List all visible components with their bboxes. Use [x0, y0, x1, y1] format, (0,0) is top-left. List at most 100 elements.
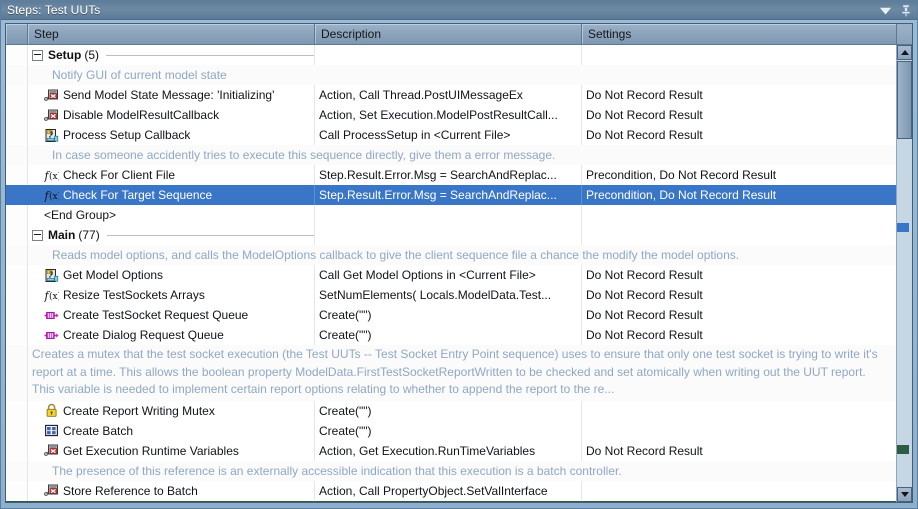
step-description-cell: Call Get Model Options in <Current File>: [315, 265, 582, 285]
step-row[interactable]: f(x) Check For Client File Step.Result.Err…: [6, 165, 896, 185]
row-gutter[interactable]: [6, 245, 28, 265]
step-row[interactable]: Send Model State Message: 'Initializing'…: [6, 85, 896, 105]
group-header-row[interactable]: Main (77): [6, 225, 896, 245]
step-name: Check For Client File: [63, 168, 176, 182]
step-row[interactable]: Create TestSocket Request Queue Create(""…: [6, 305, 896, 325]
row-gutter[interactable]: [6, 205, 28, 225]
action-step-icon: [44, 88, 59, 103]
row-gutter[interactable]: [6, 500, 28, 502]
step-description-cell: Create(""): [315, 420, 582, 441]
pin-icon[interactable]: [899, 3, 913, 18]
scroll-up-arrow[interactable]: [897, 45, 912, 60]
group-settings-cell: [582, 225, 896, 245]
scrollbar-selection-marker: [897, 223, 909, 232]
row-gutter[interactable]: [6, 225, 28, 245]
step-name: Create Report Writing Mutex: [63, 403, 215, 418]
row-gutter[interactable]: [6, 325, 28, 345]
lock-icon: [44, 403, 59, 418]
group-header-cell: Main (77): [28, 225, 315, 245]
step-row[interactable]: Process Setup Callback Call ProcessSetup …: [6, 125, 896, 145]
step-settings-cell: Do Not Record Result: [586, 288, 703, 302]
step-name: Send Model State Message: 'Initializing': [63, 88, 275, 102]
row-gutter[interactable]: [6, 305, 28, 325]
step-row-selected[interactable]: f(x) Check For Target Sequence Step.Result…: [6, 185, 896, 205]
row-gutter[interactable]: [6, 285, 28, 305]
row-gutter[interactable]: [6, 145, 28, 165]
step-row[interactable]: Get Execution Runtime Variables Action, G…: [6, 440, 896, 461]
step-row[interactable]: Create Dialog Request Queue Create("") Do …: [6, 325, 896, 345]
collapse-expander-icon[interactable]: [32, 229, 43, 241]
step-row[interactable]: Create Batch Create(""): [6, 420, 896, 441]
comment-text: Notify GUI of current model state: [52, 68, 227, 82]
group-header-row[interactable]: Setup (5): [6, 45, 896, 65]
row-gutter[interactable]: [6, 480, 28, 501]
step-row[interactable]: Get Model Options Call Get Model Options …: [6, 265, 896, 285]
step-description-cell: Step.Result.Error.Msg = SearchAndReplac.…: [315, 185, 582, 205]
row-gutter[interactable]: [6, 460, 28, 481]
row-gutter[interactable]: [6, 125, 28, 145]
collapse-expander-icon[interactable]: [32, 49, 43, 61]
step-description-cell: Action, Get Execution.RunTimeVariables: [315, 440, 582, 461]
sequence-call-icon: [44, 128, 59, 143]
step-name: Get Execution Runtime Variables: [63, 443, 239, 458]
row-gutter[interactable]: [6, 265, 28, 285]
step-description-cell: SetNumElements( Locals.ModelData.Test...: [315, 285, 582, 305]
comment-row[interactable]: Reads model options, and calls the Model…: [6, 245, 896, 265]
column-header-settings[interactable]: Settings: [582, 24, 896, 44]
vertical-scrollbar[interactable]: [896, 45, 912, 502]
step-row[interactable]: f(x) Resize TestSockets Arrays SetNumEleme…: [6, 285, 896, 305]
step-settings-cell: Do Not Record Result: [586, 88, 703, 102]
batch-icon: [44, 423, 59, 438]
scrollbar-execution-marker: [897, 445, 909, 454]
column-header-description[interactable]: Description: [315, 24, 582, 44]
row-gutter[interactable]: [6, 440, 28, 461]
step-description-cell: Action, Call Thread.PostUIMessageEx: [315, 85, 582, 105]
step-row-executing[interactable]: PreBatchLoop CallbackCall PreBatchLoop i…: [6, 500, 896, 502]
step-name: Create Dialog Request Queue: [63, 328, 224, 342]
row-gutter[interactable]: [6, 165, 28, 185]
row-gutter[interactable]: [6, 105, 28, 125]
row-gutter[interactable]: [6, 45, 28, 65]
end-group-row[interactable]: <End Group>: [6, 205, 896, 225]
step-row[interactable]: Create Report Writing Mutex Create(""): [6, 400, 896, 421]
row-gutter[interactable]: [6, 400, 28, 421]
group-rule: [106, 234, 314, 236]
step-settings-cell: [582, 481, 896, 501]
comment-text: The presence of this reference is an ext…: [52, 463, 622, 478]
group-header-cell: Setup (5): [28, 45, 315, 65]
group-step-count: (77): [78, 228, 100, 242]
row-gutter[interactable]: [6, 185, 28, 205]
step-name-cell: PreBatchLoop Callback: [28, 500, 315, 502]
comment-row[interactable]: Notify GUI of current model state: [6, 65, 896, 85]
step-settings-cell: Do Not Record Result: [586, 108, 703, 122]
end-group-label: <End Group>: [28, 205, 315, 225]
window-titlebar: Steps: Test UUTs: [1, 1, 917, 20]
chevron-down-icon[interactable]: [878, 3, 892, 18]
sequence-call-icon: [44, 268, 59, 283]
scroll-down-arrow[interactable]: [897, 487, 912, 502]
column-header-step[interactable]: Step: [28, 24, 315, 44]
group-description-cell: [315, 225, 582, 245]
row-gutter[interactable]: [6, 420, 28, 441]
header-scroll-corner: [896, 24, 912, 44]
scrollbar-thumb[interactable]: [897, 61, 912, 139]
step-settings-cell: Precondition, Do Not Record Result: [586, 168, 777, 182]
group-name: Main: [48, 228, 76, 242]
step-name-cell: Get Execution Runtime Variables: [28, 440, 315, 461]
step-settings-cell: [582, 401, 896, 421]
svg-text:(x): (x): [49, 191, 59, 202]
step-name: Store Reference to Batch: [63, 483, 198, 498]
step-row[interactable]: Store Reference to Batch Action, Call Pro…: [6, 480, 896, 501]
step-name-cell: Create Batch: [28, 420, 315, 441]
step-description-cell: Call ProcessSetup in <Current File>: [315, 125, 582, 145]
row-gutter[interactable]: [6, 65, 28, 85]
row-gutter[interactable]: [6, 85, 28, 105]
step-name: Resize TestSockets Arrays: [63, 288, 205, 302]
comment-row[interactable]: In case someone accidently tries to exec…: [6, 145, 896, 165]
action-step-icon: [44, 483, 59, 498]
comment-row-multiline[interactable]: Creates a mutex that the test socket exe…: [6, 345, 896, 401]
step-row[interactable]: Disable ModelResultCallback Action, Set E…: [6, 105, 896, 125]
row-gutter[interactable]: [6, 345, 28, 401]
step-name: Create Batch: [63, 423, 134, 438]
comment-row[interactable]: The presence of this reference is an ext…: [6, 460, 896, 481]
